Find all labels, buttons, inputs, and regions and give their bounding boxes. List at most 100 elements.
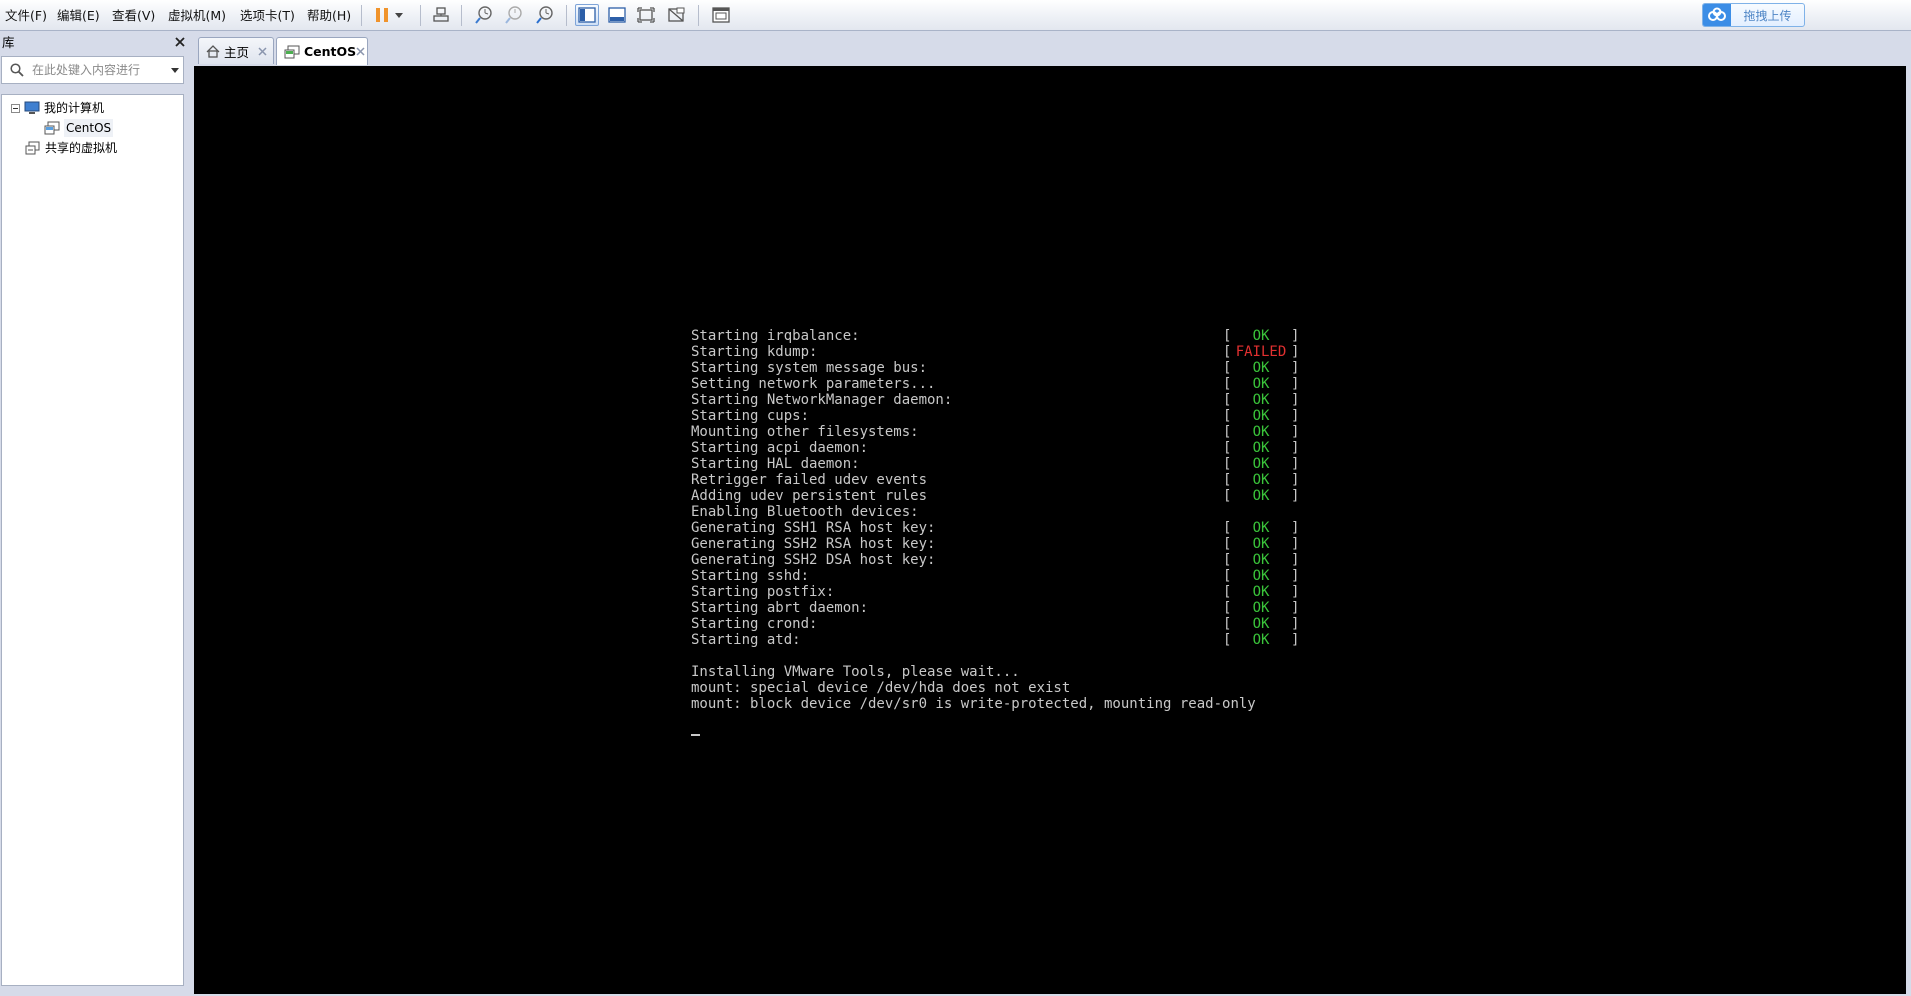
status-bracket-right: ] <box>1291 392 1300 408</box>
boot-log-line: Starting NetworkManager daemon: [OK] <box>691 392 1299 408</box>
library-tree: 我的计算机 CentOS 共享的虚拟机 <box>1 94 184 986</box>
toolbar-separator <box>698 5 699 26</box>
unity-mode-button[interactable] <box>664 4 688 26</box>
boot-message: Enabling Bluetooth devices: <box>691 504 919 520</box>
boot-log-line: Mounting other filesystems: [OK] <box>691 424 1299 440</box>
console-view-icon <box>712 7 730 23</box>
status-bracket-right: ] <box>1291 472 1300 488</box>
status-ok: OK <box>1252 488 1270 504</box>
status-bracket-right: ] <box>1291 616 1300 632</box>
boot-log-line: Starting abrt daemon: [OK] <box>691 600 1299 616</box>
boot-message: Starting postfix: <box>691 584 835 600</box>
status-bracket-right: ] <box>1291 568 1300 584</box>
tab-home[interactable]: 主页 <box>198 37 274 64</box>
status-ok: OK <box>1252 552 1270 568</box>
drag-upload-button[interactable]: 拖拽上传 <box>1702 3 1805 27</box>
status-bracket-right: ] <box>1291 536 1300 552</box>
send-ctrl-alt-del-button[interactable] <box>429 4 453 26</box>
menu-view[interactable]: 查看(V) <box>112 7 155 25</box>
boot-message: Starting cups: <box>691 408 810 424</box>
status-ok: OK <box>1252 440 1270 456</box>
menu-help[interactable]: 帮助(H) <box>307 7 351 25</box>
tree-item-shared-vms[interactable]: 共享的虚拟机 <box>25 139 117 157</box>
toolbar-separator <box>461 5 462 26</box>
collapse-toggle[interactable] <box>11 103 20 113</box>
snapshot-manager-button[interactable] <box>533 4 557 26</box>
pause-button[interactable] <box>370 4 394 26</box>
status-ok: OK <box>1252 472 1270 488</box>
boot-message: Mounting other filesystems: <box>691 424 919 440</box>
status-bracket-left: [ <box>1223 632 1232 648</box>
status-bracket-right: ] <box>1291 456 1300 472</box>
boot-log-line: Retrigger failed udev events [OK] <box>691 472 1299 488</box>
toolbar-separator <box>566 5 567 26</box>
boot-log-line: Installing VMware Tools, please wait... <box>691 664 1299 680</box>
power-dropdown-button[interactable] <box>392 4 406 26</box>
snapshot-button[interactable] <box>472 4 496 26</box>
close-icon <box>258 46 267 56</box>
library-search[interactable] <box>1 56 184 84</box>
status-ok: OK <box>1252 360 1270 376</box>
tab-label: CentOS <box>304 44 357 59</box>
status-bracket-left: [ <box>1223 360 1232 376</box>
snapshot-clock-icon <box>475 6 492 24</box>
show-library-button[interactable] <box>575 4 599 26</box>
status-ok: OK <box>1252 392 1270 408</box>
console-view-button[interactable] <box>709 4 733 26</box>
network-send-icon <box>433 7 449 22</box>
menu-file[interactable]: 文件(F) <box>5 7 47 25</box>
tab-centos[interactable]: CentOS <box>276 37 368 65</box>
status-bracket-left: [ <box>1223 424 1232 440</box>
pause-icon <box>376 8 388 22</box>
tree-item-my-computer[interactable]: 我的计算机 <box>11 99 104 117</box>
boot-log-line: Starting cups: [OK] <box>691 408 1299 424</box>
status-bracket-left: [ <box>1223 472 1232 488</box>
boot-message: Generating SSH2 RSA host key: <box>691 536 936 552</box>
boot-log-line: Starting acpi daemon: [OK] <box>691 440 1299 456</box>
library-close-button[interactable] <box>173 35 187 49</box>
status-bracket-left: [ <box>1223 408 1232 424</box>
status-ok: OK <box>1252 456 1270 472</box>
full-screen-icon <box>637 7 655 23</box>
status-ok: OK <box>1252 584 1270 600</box>
boot-log-line: Starting crond: [OK] <box>691 616 1299 632</box>
menu-tabs[interactable]: 选项卡(T) <box>240 7 295 25</box>
tree-item-centos[interactable]: CentOS <box>44 119 114 137</box>
status-bracket-right: ] <box>1291 552 1300 568</box>
boot-message: Starting abrt daemon: <box>691 600 869 616</box>
boot-message: Starting kdump: <box>691 344 818 360</box>
tab-close-button[interactable] <box>258 46 267 56</box>
boot-message: Generating SSH1 RSA host key: <box>691 520 936 536</box>
close-icon <box>356 47 365 56</box>
tree-item-label: 共享的虚拟机 <box>45 141 118 155</box>
close-icon <box>175 37 185 47</box>
status-failed: FAILED <box>1235 344 1287 360</box>
menu-edit[interactable]: 编辑(E) <box>57 7 100 25</box>
status-bracket-left: [ <box>1223 552 1232 568</box>
boot-message: Starting irqbalance: <box>691 328 860 344</box>
tab-close-button[interactable] <box>356 47 365 56</box>
status-ok: OK <box>1252 520 1270 536</box>
drag-upload-label: 拖拽上传 <box>1743 8 1792 23</box>
boot-log-line: Enabling Bluetooth devices: <box>691 504 1299 520</box>
boot-log-line: mount: block device /dev/sr0 is write-pr… <box>691 696 1299 712</box>
boot-message: Starting HAL daemon: <box>691 456 860 472</box>
boot-message: mount: special device /dev/hda does not … <box>691 680 1071 696</box>
computer-icon <box>24 101 40 115</box>
boot-message: Adding udev persistent rules <box>691 488 928 504</box>
show-thumbnail-bar-button[interactable] <box>605 4 629 26</box>
status-bracket-left: [ <box>1223 376 1232 392</box>
search-dropdown-arrow[interactable] <box>171 68 179 73</box>
full-screen-button[interactable] <box>634 4 658 26</box>
status-bracket-right: ] <box>1291 632 1300 648</box>
search-icon <box>10 63 24 77</box>
status-bracket-right: ] <box>1291 408 1300 424</box>
search-input[interactable] <box>32 61 162 79</box>
chevron-down-icon <box>395 13 403 18</box>
status-ok: OK <box>1252 632 1270 648</box>
revert-snapshot-button[interactable] <box>502 4 526 26</box>
menu-vm[interactable]: 虚拟机(M) <box>168 7 226 25</box>
vm-console-screen[interactable]: Starting irqbalance: [ OK] Starting kdump: [… <box>194 66 1911 994</box>
console-border <box>1906 66 1911 994</box>
tree-item-label: 我的计算机 <box>44 101 105 115</box>
